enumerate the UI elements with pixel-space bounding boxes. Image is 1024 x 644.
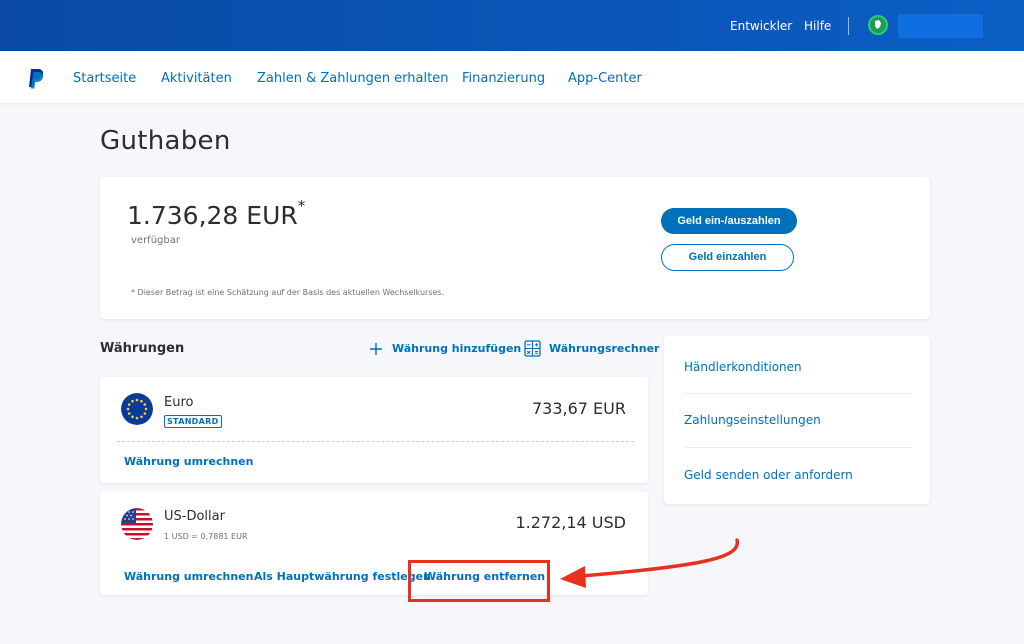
sidebar-item-merchant-terms[interactable]: Händlerkonditionen <box>684 360 802 374</box>
convert-currency-link[interactable]: Währung umrechnen <box>124 455 253 468</box>
highlight-box <box>408 560 550 602</box>
currency-converter-link[interactable]: Währungsrechner <box>549 342 659 355</box>
currencies-heading: Währungen <box>100 341 185 356</box>
sidebar-item-payment-settings[interactable]: Zahlungseinstellungen <box>684 413 821 427</box>
paypal-logo-icon[interactable] <box>27 68 45 90</box>
balance-card: 1.736,28 EUR* verfügbar * Dieser Betrag … <box>100 177 930 319</box>
standard-badge: STANDARD <box>164 415 222 428</box>
withdraw-button[interactable]: Geld ein-/auszahlen <box>661 208 797 234</box>
sidebar-item-send-request[interactable]: Geld senden oder anfordern <box>684 468 853 482</box>
set-primary-currency-link[interactable]: Als Hauptwährung festlegen <box>254 570 431 583</box>
help-link[interactable]: Hilfe <box>804 19 831 33</box>
convert-currency-link[interactable]: Währung umrechnen <box>124 570 253 583</box>
nav-item-app-center[interactable]: App-Center <box>568 71 642 86</box>
calculator-icon[interactable] <box>524 340 541 357</box>
currency-card-usd: US-Dollar 1 USD = 0,7881 EUR 1.272,14 US… <box>100 491 648 595</box>
currency-card-euro: Euro STANDARD 733,67 EUR Währung umrechn… <box>100 377 648 483</box>
top-bar: Entwickler Hilfe <box>0 0 1024 51</box>
main-navigation: Startseite Aktivitäten Zahlen & Zahlunge… <box>0 51 1024 103</box>
quick-links-card: Händlerkonditionen Zahlungseinstellungen… <box>664 336 930 504</box>
profile-avatar-icon[interactable] <box>868 15 888 35</box>
deposit-button[interactable]: Geld einzahlen <box>661 244 794 271</box>
plus-icon[interactable] <box>369 342 383 356</box>
eu-flag-icon <box>121 393 153 425</box>
exchange-rate: 1 USD = 0,7881 EUR <box>164 532 248 541</box>
us-flag-icon <box>121 508 153 540</box>
nav-item-zahlen[interactable]: Zahlen & Zahlungen erhalten <box>257 71 448 86</box>
balance-value: 1.736,28 EUR <box>127 201 298 230</box>
add-currency-link[interactable]: Währung hinzufügen <box>392 342 521 355</box>
currency-amount: 733,67 EUR <box>531 399 626 418</box>
balance-amount: 1.736,28 EUR* <box>127 197 305 230</box>
nav-item-aktivitaeten[interactable]: Aktivitäten <box>161 71 232 86</box>
balance-available-label: verfügbar <box>131 235 180 246</box>
nav-item-startseite[interactable]: Startseite <box>73 71 136 86</box>
balance-footnote: * Dieser Betrag ist eine Schätzung auf d… <box>131 288 445 297</box>
topbar-divider <box>848 17 849 35</box>
currency-name: US-Dollar <box>164 509 225 524</box>
balance-asterisk: * <box>297 197 306 215</box>
currency-amount: 1.272,14 USD <box>515 513 626 532</box>
sidebar-divider <box>684 447 912 448</box>
sidebar-divider <box>684 393 912 394</box>
account-name-button[interactable] <box>898 14 983 38</box>
developer-link[interactable]: Entwickler <box>730 19 792 33</box>
card-divider <box>117 441 634 442</box>
currency-name: Euro <box>164 395 194 410</box>
nav-item-finanzierung[interactable]: Finanzierung <box>462 71 545 86</box>
page-title: Guthaben <box>100 126 231 156</box>
